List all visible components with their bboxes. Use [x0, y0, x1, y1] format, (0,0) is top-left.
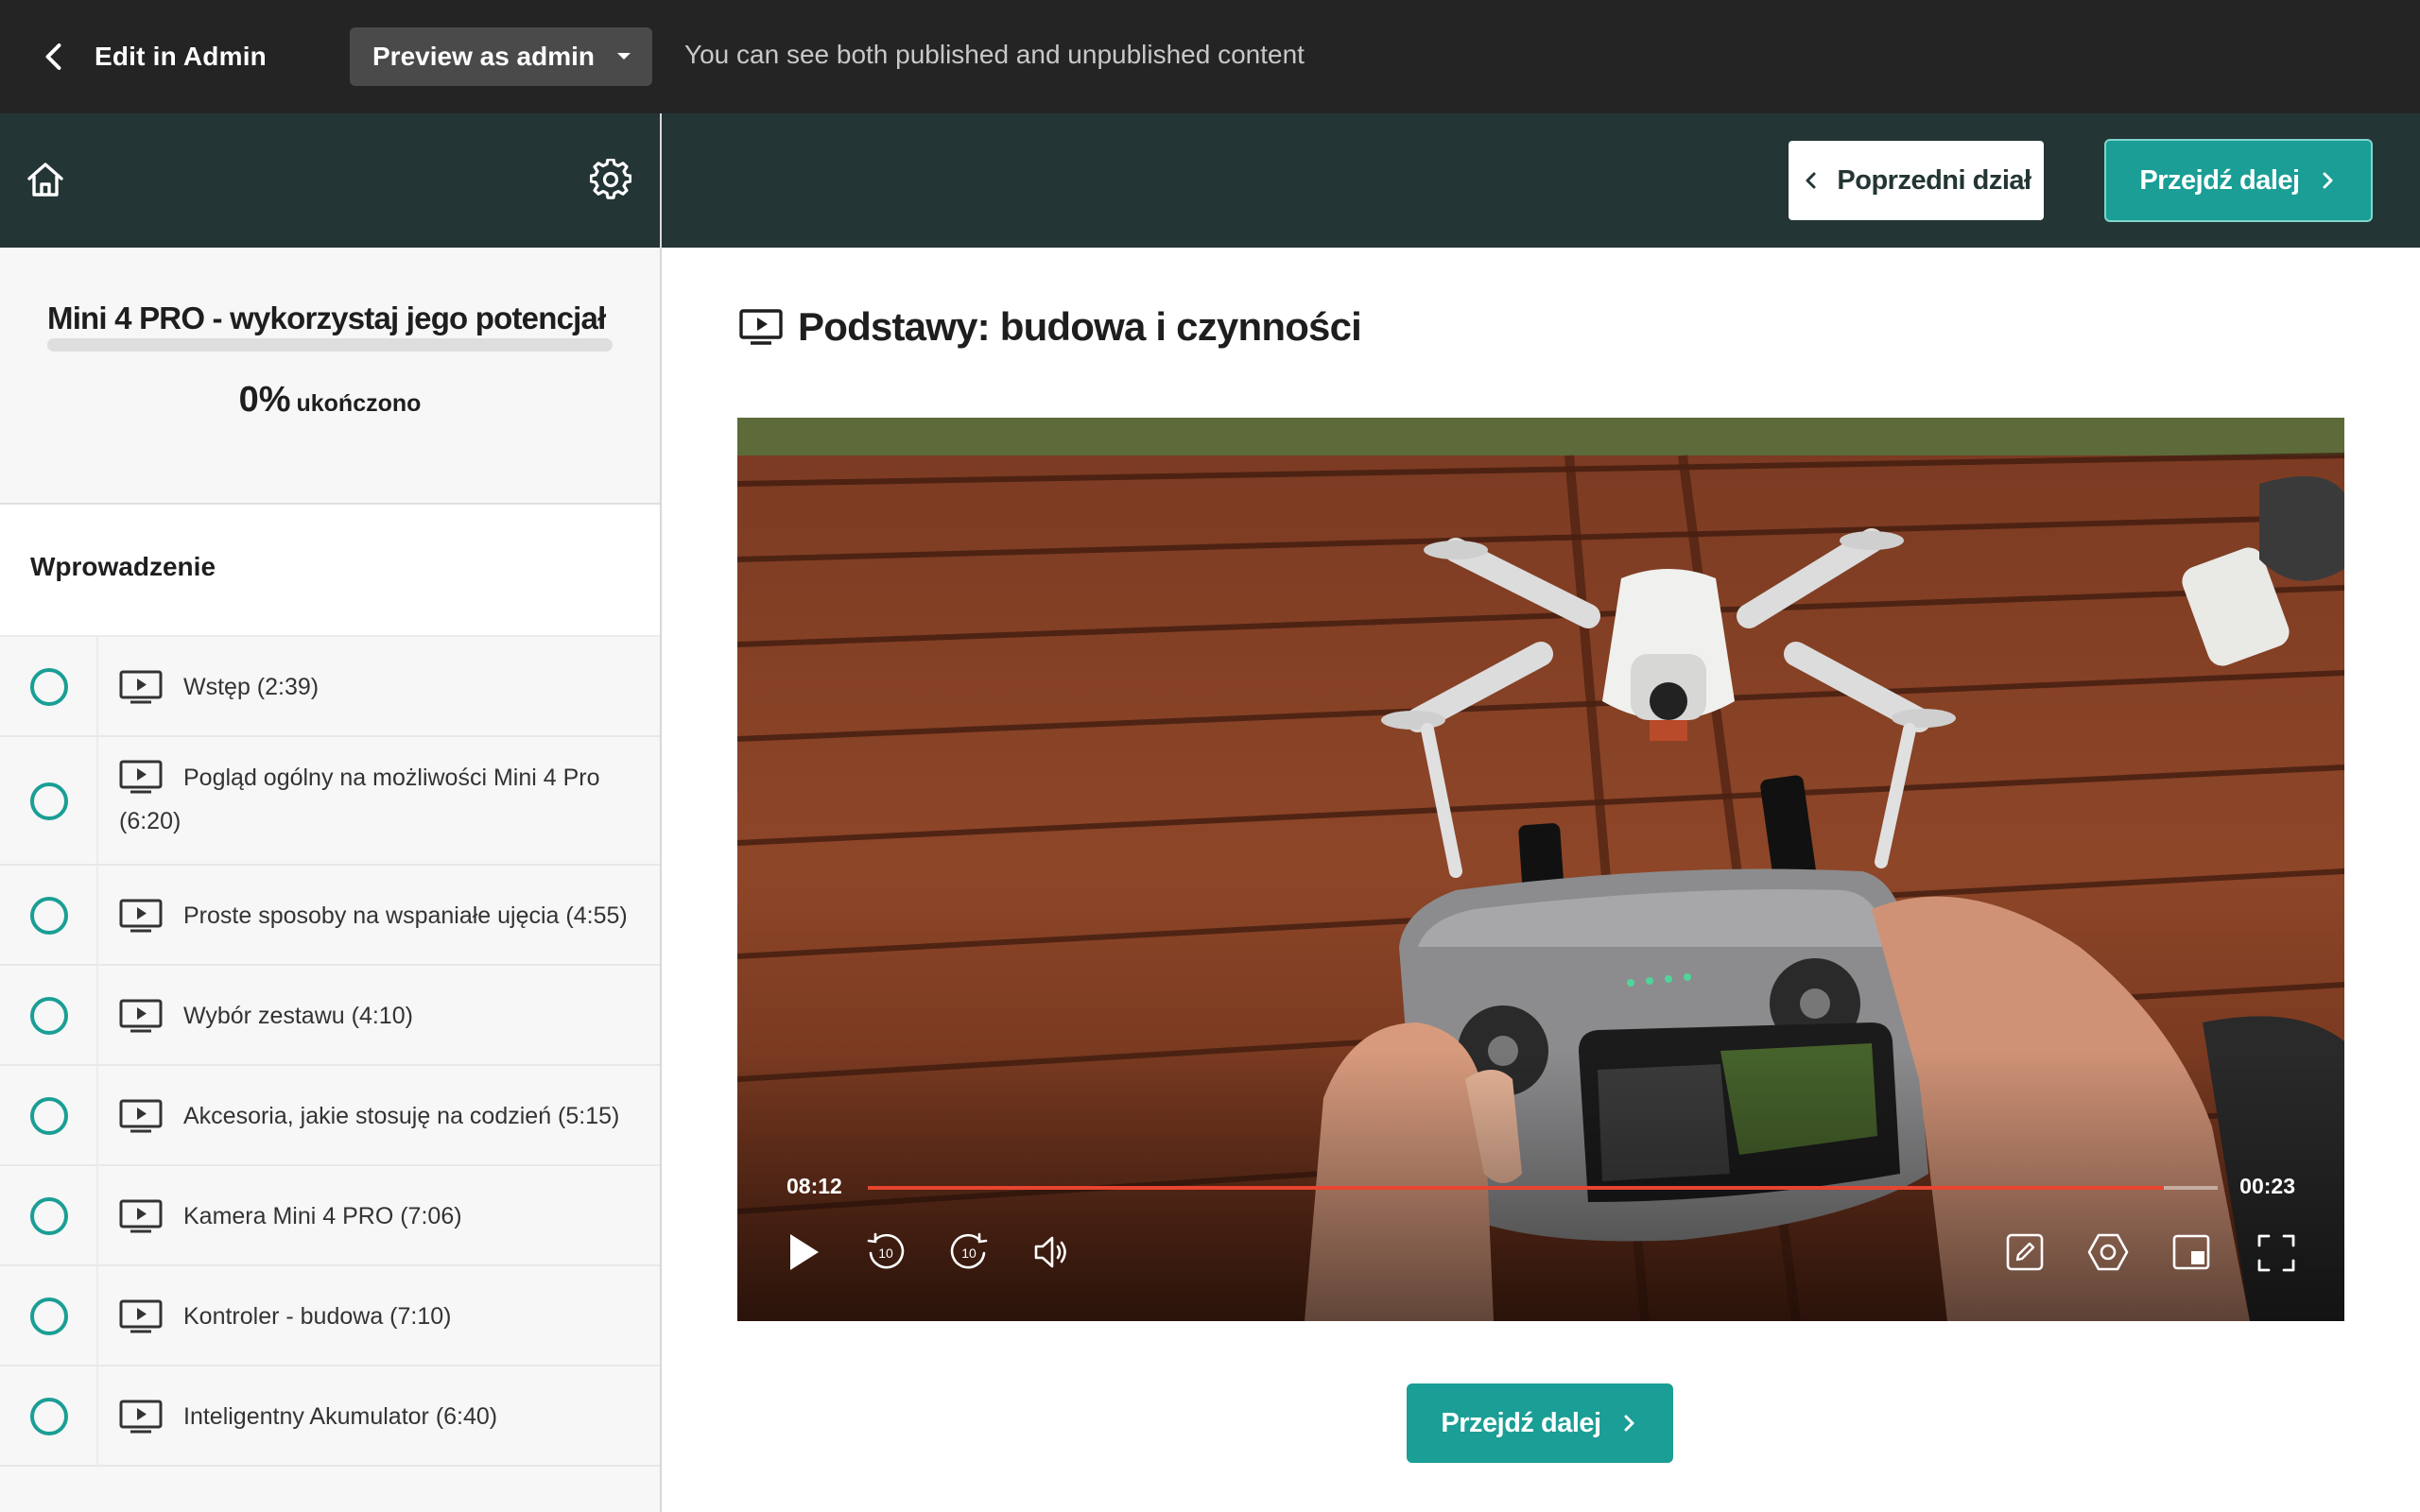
edit-in-admin-link[interactable]: Edit in Admin: [38, 34, 267, 79]
admin-bar: Edit in Admin Preview as admin You can s…: [0, 0, 2420, 113]
lesson-divider: [96, 866, 98, 964]
lesson-title-text: Podstawy: budowa i czynności: [798, 304, 1362, 349]
seek-bar[interactable]: [868, 1186, 2218, 1190]
lesson-status-icon: [30, 668, 68, 706]
lesson-item[interactable]: Proste sposoby na wspaniałe ujęcia (4:55…: [0, 866, 660, 966]
lesson-title: Wstęp (2:39): [183, 674, 320, 700]
rewind-10-icon: 10: [867, 1232, 905, 1269]
sidebar-toolbar: [0, 113, 660, 248]
lesson-divider: [96, 637, 98, 735]
annotate-button[interactable]: [2006, 1233, 2044, 1271]
video-lesson-icon: [119, 899, 163, 933]
video-lesson-icon: [119, 1400, 163, 1434]
course-progress-text: 0% ukończono: [0, 380, 660, 421]
fullscreen-button[interactable]: [2257, 1234, 2295, 1272]
video-lesson-icon: [119, 999, 163, 1033]
current-time: 08:12: [786, 1174, 842, 1198]
lesson-divider: [96, 1066, 98, 1164]
section-header: Wprowadzenie: [0, 505, 660, 637]
play-button[interactable]: [785, 1230, 822, 1274]
volume-button[interactable]: [1032, 1234, 1070, 1270]
lesson-status-icon: [30, 1097, 68, 1135]
lesson-status-icon: [30, 897, 68, 935]
previous-section-button[interactable]: Poprzedni dział: [1787, 139, 2046, 222]
preview-as-dropdown[interactable]: Preview as admin: [350, 27, 652, 86]
lesson-title: Akcesoria, jakie stosuję na codzień (5:1…: [183, 1103, 620, 1129]
volume-icon: [1034, 1236, 1066, 1268]
preview-notice: You can see both published and unpublish…: [684, 40, 1305, 69]
video-lesson-icon: [119, 1199, 163, 1233]
pip-icon: [2172, 1234, 2210, 1270]
course-title: Mini 4 PRO - wykorzystaj jego potencjał: [47, 301, 606, 335]
previous-section-label: Poprzedni dział: [1837, 164, 2031, 196]
chevron-left-icon: [1806, 172, 1816, 189]
picture-in-picture-button[interactable]: [2172, 1234, 2210, 1270]
course-sidebar: Mini 4 PRO - wykorzystaj jego potencjał …: [0, 113, 662, 1512]
lesson-divider: [96, 1166, 98, 1264]
video-lesson-icon: [739, 309, 783, 345]
video-player[interactable]: 08:12 00:23 10 10: [737, 418, 2344, 1321]
lesson-status-icon: [30, 1197, 68, 1235]
progress-percent: 0%: [238, 380, 291, 420]
fullscreen-icon: [2257, 1234, 2295, 1272]
lesson-item[interactable]: Pogląd ogólny na możliwości Mini 4 Pro (…: [0, 737, 660, 866]
next-lesson-label: Przejdź dalej: [2139, 164, 2300, 196]
gear-icon[interactable]: [590, 159, 631, 200]
caret-down-icon: [617, 53, 631, 60]
forward-10-button[interactable]: 10: [949, 1232, 989, 1272]
video-lesson-icon: [119, 1099, 163, 1133]
rewind-10-label: 10: [878, 1246, 893, 1261]
lesson-status-icon: [30, 782, 68, 820]
chevron-right-icon: [2323, 172, 2333, 189]
video-lesson-icon: [119, 1299, 163, 1333]
chevron-left-icon: [45, 43, 61, 70]
lesson-divider: [96, 1266, 98, 1365]
lesson-status-icon: [30, 1398, 68, 1435]
lesson-title: Kontroler - budowa (7:10): [183, 1303, 452, 1330]
lesson-divider: [96, 737, 98, 864]
settings-icon: [2087, 1233, 2129, 1271]
next-lesson-button[interactable]: Przejdź dalej: [2104, 139, 2373, 222]
lesson-item[interactable]: Wybór zestawu (4:10): [0, 966, 660, 1066]
lesson-status-icon: [30, 1297, 68, 1335]
lesson-title: Pogląd ogólny na możliwości Mini 4 Pro (…: [119, 765, 600, 834]
lesson-divider: [96, 966, 98, 1064]
edit-in-admin-label: Edit in Admin: [95, 42, 267, 71]
play-icon: [790, 1234, 819, 1270]
lesson-title: Kamera Mini 4 PRO (7:06): [183, 1203, 462, 1229]
preview-as-label: Preview as admin: [372, 42, 596, 71]
lesson-divider: [96, 1366, 98, 1465]
lesson-title: Wybór zestawu (4:10): [183, 1003, 413, 1029]
chevron-right-icon: [1624, 1415, 1634, 1432]
video-lesson-icon: [119, 670, 163, 704]
lesson-item[interactable]: Kamera Mini 4 PRO (7:06): [0, 1166, 660, 1266]
lesson-title: Proste sposoby na wspaniałe ujęcia (4:55…: [183, 902, 628, 929]
remaining-time: 00:23: [2239, 1174, 2295, 1198]
forward-10-label: 10: [961, 1246, 977, 1261]
course-progress-bar: [47, 338, 613, 352]
next-lesson-bottom-label: Przejdź dalej: [1441, 1407, 1601, 1438]
home-icon[interactable]: [25, 159, 66, 200]
lesson-title: Inteligentny Akumulator (6:40): [183, 1403, 498, 1430]
rewind-10-button[interactable]: 10: [866, 1232, 906, 1272]
lesson-item[interactable]: Wstęp (2:39): [0, 637, 660, 737]
lesson-item[interactable]: Akcesoria, jakie stosuję na codzień (5:1…: [0, 1066, 660, 1166]
progress-label: ukończono: [296, 390, 422, 417]
lesson-item[interactable]: Kontroler - budowa (7:10): [0, 1266, 660, 1366]
course-summary: Mini 4 PRO - wykorzystaj jego potencjał …: [0, 248, 660, 505]
settings-button[interactable]: [2087, 1232, 2129, 1272]
next-lesson-bottom-button[interactable]: Przejdź dalej: [1407, 1383, 1673, 1463]
section-title: Wprowadzenie: [30, 552, 216, 581]
lesson-heading: Podstawy: budowa i czynności: [739, 304, 1362, 350]
lesson-item[interactable]: Inteligentny Akumulator (6:40): [0, 1366, 660, 1467]
forward-10-icon: 10: [950, 1232, 988, 1269]
lesson-status-icon: [30, 997, 68, 1035]
seek-bar-played: [868, 1186, 2164, 1190]
annotate-icon: [2006, 1233, 2044, 1271]
